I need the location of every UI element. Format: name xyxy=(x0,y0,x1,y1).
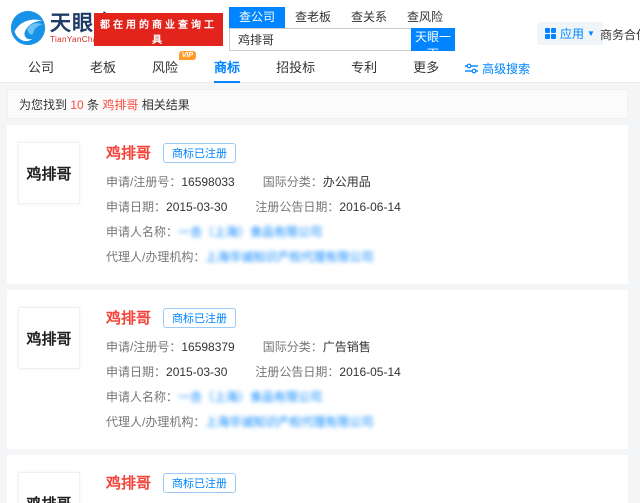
search-tabs: 查公司 查老板 查关系 查风险 xyxy=(229,7,455,28)
reg-no-value: 16598379 xyxy=(181,340,234,354)
nav-item-risk[interactable]: 风险VIP xyxy=(152,55,178,83)
applicant-link[interactable]: 一合（上海）食品有限公司 xyxy=(178,385,322,410)
nav-item-more[interactable]: 更多 xyxy=(413,55,439,83)
search-button[interactable]: 天眼一下 xyxy=(411,28,455,51)
search-area: 查公司 查老板 查关系 查风险 天眼一下 xyxy=(229,7,455,51)
status-badge: 商标已注册 xyxy=(163,473,236,493)
search-tab-relation[interactable]: 查关系 xyxy=(341,7,397,28)
search-input[interactable] xyxy=(229,28,411,51)
header: 天眼查 TianYanCha.com 都在用的商业查询工具 国家中小企业发展子基… xyxy=(0,0,640,55)
nav-item-bidding[interactable]: 招投标 xyxy=(276,55,315,83)
status-badge: 商标已注册 xyxy=(163,308,236,328)
search-tab-boss[interactable]: 查老板 xyxy=(285,7,341,28)
vip-badge: VIP xyxy=(179,51,196,60)
results-keyword: 鸡排哥 xyxy=(102,98,138,112)
nav-item-trademark[interactable]: 商标 xyxy=(214,55,240,83)
trademark-title-link[interactable]: 鸡排哥 xyxy=(106,472,151,493)
trademark-title-link[interactable]: 鸡排哥 xyxy=(106,142,151,163)
eye-logo-icon xyxy=(10,10,46,46)
search-tab-risk[interactable]: 查风险 xyxy=(397,7,453,28)
apply-date-value: 2015-03-30 xyxy=(166,365,227,379)
apply-date-value: 2015-03-30 xyxy=(166,200,227,214)
applicant-link[interactable]: 一合（上海）食品有限公司 xyxy=(178,220,322,245)
reg-no-value: 16598033 xyxy=(181,175,234,189)
apps-grid-icon xyxy=(545,28,556,39)
advanced-search-link[interactable]: 高级搜索 xyxy=(465,60,530,77)
banner-line1: 都在用的商业查询工具 xyxy=(94,16,223,46)
nav-item-company[interactable]: 公司 xyxy=(28,55,54,83)
status-badge: 商标已注册 xyxy=(163,143,236,163)
intl-class-value: 办公用品 xyxy=(323,175,371,189)
search-tab-company[interactable]: 查公司 xyxy=(229,7,285,28)
trademark-image[interactable]: 鸡排哥 xyxy=(18,307,80,369)
trademark-image[interactable]: 鸡排哥 xyxy=(18,472,80,503)
announce-date-value: 2016-05-14 xyxy=(339,365,400,379)
advanced-search-label: 高级搜索 xyxy=(482,60,530,77)
trademark-result-card: 鸡排哥 鸡排哥 商标已注册 申请/注册号：16598379 国际分类：广告销售 … xyxy=(7,290,628,449)
announce-date-value: 2016-06-14 xyxy=(339,200,400,214)
results-count: 10 xyxy=(70,98,83,112)
trademark-result-card: 鸡排哥 鸡排哥 商标已注册 申请/注册号：16598033 国际分类：办公用品 … xyxy=(7,125,628,284)
trademark-image[interactable]: 鸡排哥 xyxy=(18,142,80,204)
agent-link[interactable]: 上海华诚知识产权代理有限公司 xyxy=(205,410,373,435)
results-summary: 为您找到 10 条 鸡排哥 相关结果 xyxy=(7,89,628,119)
nav-item-boss[interactable]: 老板 xyxy=(90,55,116,83)
agent-link[interactable]: 上海华诚知识产权代理有限公司 xyxy=(205,245,373,270)
apps-dropdown[interactable]: 应用 ▼ xyxy=(537,22,603,45)
apps-label: 应用 xyxy=(560,25,584,42)
promo-banner: 都在用的商业查询工具 国家中小企业发展子基金旗下机构 xyxy=(94,13,223,46)
nav-item-patent[interactable]: 专利 xyxy=(351,55,377,83)
trademark-result-card: 鸡排哥 鸡排哥 商标已注册 申请/注册号：16598493 国际分类：网站服务 … xyxy=(7,455,628,503)
category-nav: 公司 老板 风险VIP 商标 招投标 专利 更多 高级搜索 xyxy=(0,55,640,83)
intl-class-value: 广告销售 xyxy=(323,340,371,354)
filter-sliders-icon xyxy=(465,63,478,74)
business-cooperation-link[interactable]: 商务合作 xyxy=(600,26,640,43)
trademark-title-link[interactable]: 鸡排哥 xyxy=(106,307,151,328)
chevron-down-icon: ▼ xyxy=(587,29,595,38)
